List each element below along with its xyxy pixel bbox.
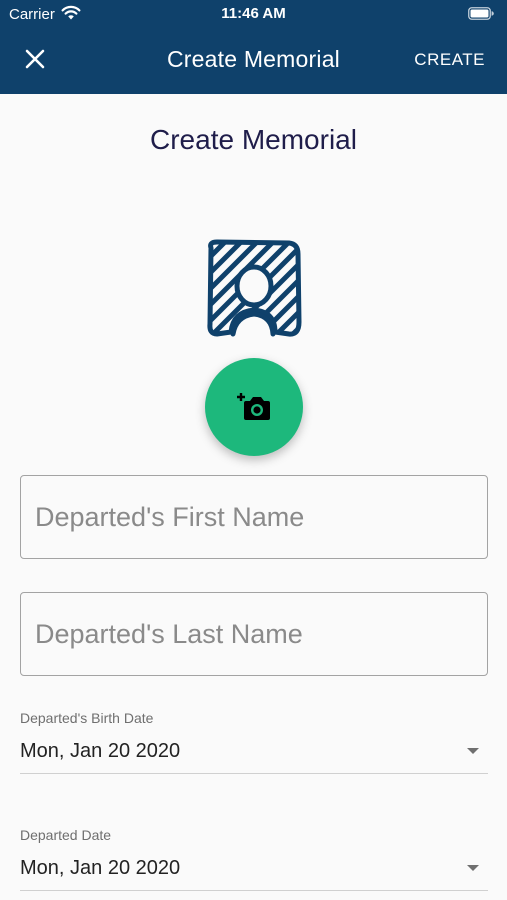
add-photo-camera-icon bbox=[237, 393, 270, 420]
first-name-input[interactable] bbox=[35, 476, 475, 558]
page-title: Create Memorial bbox=[150, 124, 357, 155]
birth-date-value: Mon, Jan 20 2020 bbox=[20, 740, 181, 762]
departed-date-dropdown[interactable]: Mon, Jan 20 2020 bbox=[20, 851, 488, 891]
add-photo-button[interactable] bbox=[205, 358, 303, 456]
birth-date-dropdown[interactable]: Mon, Jan 20 2020 bbox=[20, 734, 488, 774]
departed-date-value: Mon, Jan 20 2020 bbox=[20, 857, 181, 879]
chevron-down-icon bbox=[467, 748, 479, 754]
last-name-field[interactable] bbox=[20, 592, 488, 676]
app-bar: Create Memorial CREATE bbox=[0, 28, 507, 94]
status-time: 11:46 AM bbox=[221, 5, 286, 22]
battery-icon bbox=[468, 7, 494, 24]
departed-date-label: Departed Date bbox=[20, 827, 112, 843]
create-button[interactable]: CREATE bbox=[414, 50, 485, 70]
status-bar: Carrier 11:46 AM bbox=[0, 0, 507, 28]
last-name-input[interactable] bbox=[35, 593, 475, 675]
top-bar: Carrier 11:46 AM Create Memorial CREATE bbox=[0, 0, 507, 94]
birth-date-label: Departed's Birth Date bbox=[20, 710, 154, 726]
person-placeholder-icon bbox=[203, 238, 305, 342]
chevron-down-icon bbox=[467, 865, 479, 871]
first-name-field[interactable] bbox=[20, 475, 488, 559]
